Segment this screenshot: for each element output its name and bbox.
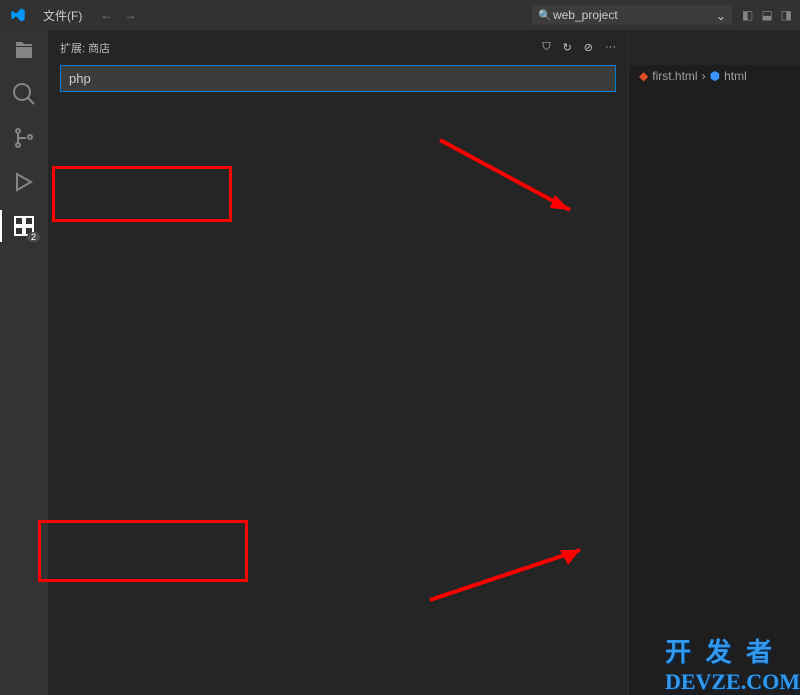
breadcrumb-file: first.html [652,69,697,83]
editor-area: ◆ first.html › ⬢ html [628,30,800,695]
explorer-icon[interactable] [12,38,36,62]
search-icon: 🔍 [538,9,552,22]
menu-item[interactable]: 文件(F) [35,7,90,24]
extensions-badge: 2 [27,232,40,242]
refresh-icon[interactable]: ↻ [563,41,572,54]
layout-panel-left-icon[interactable]: ◧ [742,8,753,22]
layout-panel-right-icon[interactable]: ◨ [781,8,792,22]
line-gutter [629,87,669,695]
watermark: 开 发 者 DEVZE.COM [665,632,800,695]
breadcrumb[interactable]: ◆ first.html › ⬢ html [629,65,800,87]
title-search-box[interactable]: 🔍 web_project ⌄ [532,5,732,25]
chevron-right-icon: › [702,69,706,83]
code-content[interactable] [669,87,800,695]
vscode-logo [0,7,35,23]
layout-panel-bottom-icon[interactable]: ⬓ [761,8,772,22]
search-icon[interactable] [12,82,36,106]
sidebar-title: 扩展: 商店 [60,40,542,56]
html-file-icon: ◆ [639,69,648,83]
clear-icon[interactable]: ⊘ [584,41,593,54]
extension-list [48,100,628,695]
layout-controls: ◧ ⬓ ◨ [742,8,792,22]
nav-arrows: ← → [100,8,136,22]
extensions-sidebar: 扩展: 商店 ⛉ ↻ ⊘ ··· [48,30,628,695]
title-search-text: web_project [553,8,618,22]
nav-forward-icon[interactable]: → [124,8,136,22]
sidebar-header: 扩展: 商店 ⛉ ↻ ⊘ ··· [48,30,628,65]
run-debug-icon[interactable] [12,170,36,194]
titlebar: 文件(F) ← → 🔍 web_project ⌄ ◧ ⬓ ◨ [0,0,800,30]
element-icon: ⬢ [710,69,720,83]
editor-tabs [629,30,800,65]
extensions-icon[interactable]: 2 [12,214,36,238]
breadcrumb-element: html [724,69,747,83]
filter-icon[interactable]: ⛉ [542,41,550,54]
chevron-down-icon: ⌄ [716,9,726,23]
more-icon[interactable]: ··· [605,41,616,54]
source-control-icon[interactable] [12,126,36,150]
nav-back-icon[interactable]: ← [100,8,112,22]
extension-search-input[interactable] [60,65,616,92]
code-editor[interactable] [629,87,800,695]
activity-bar: 2 [0,30,48,695]
